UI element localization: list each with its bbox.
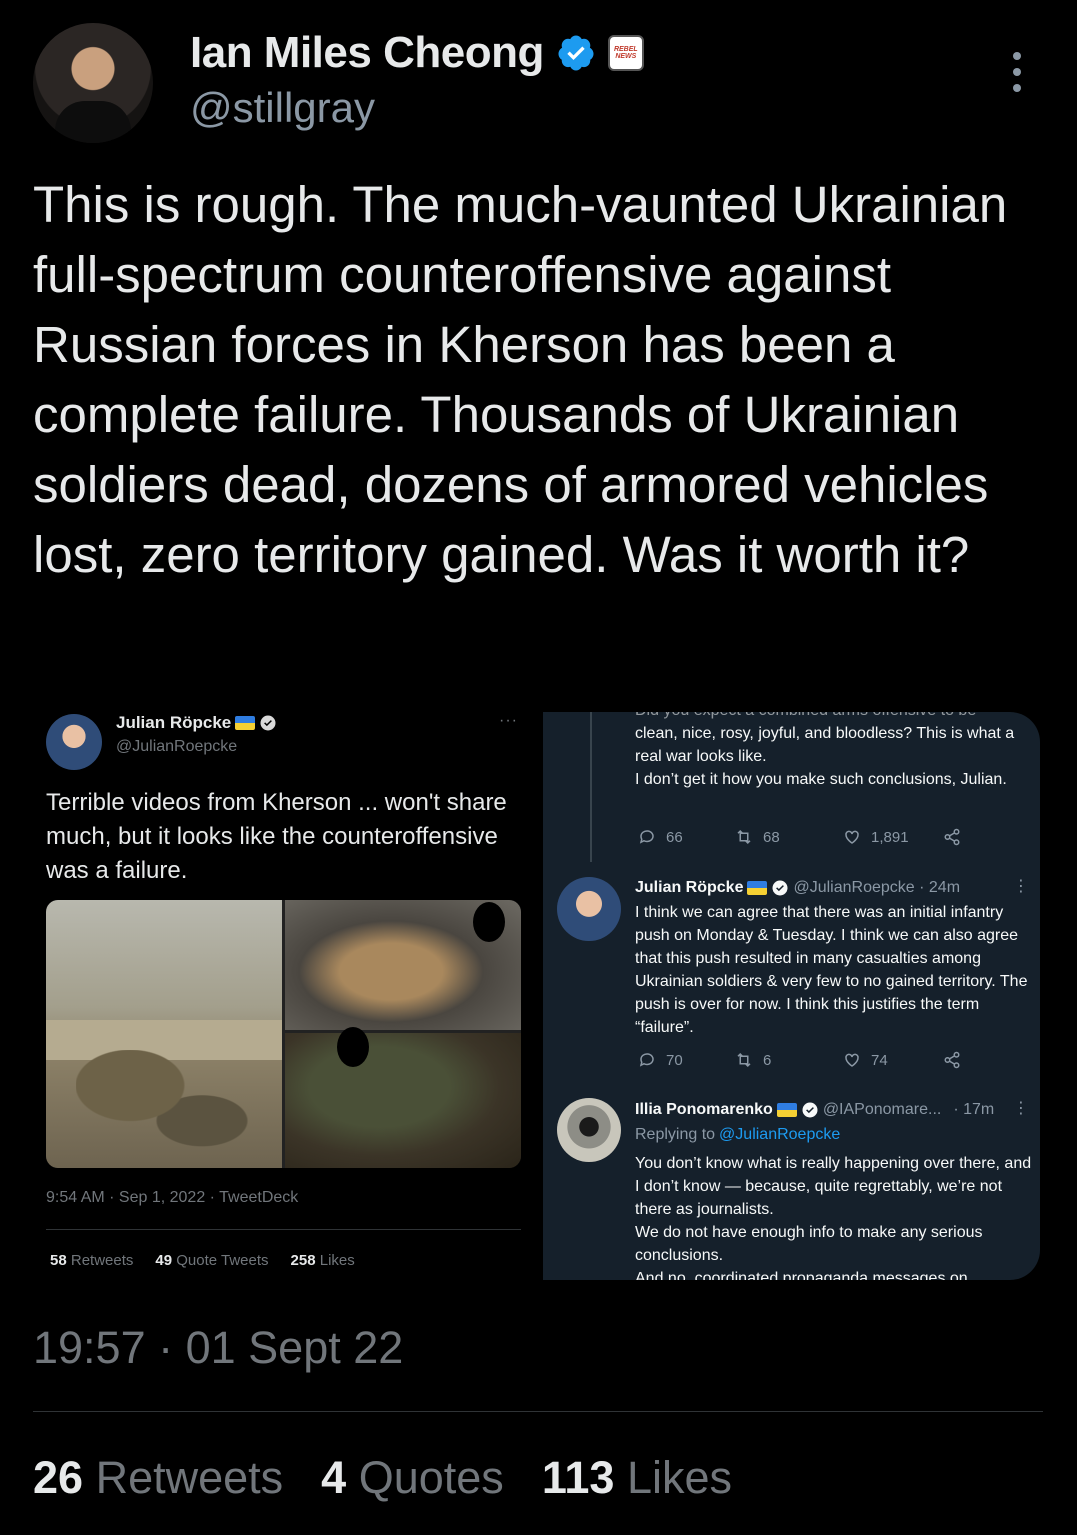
like-icon — [845, 1053, 859, 1067]
like-icon — [845, 830, 859, 844]
author-avatar[interactable] — [33, 23, 153, 143]
embedded-replies-screenshot: Did you expect a combined arms offensive… — [543, 712, 1040, 1280]
retweets-stat[interactable]: 26 Retweets — [33, 1452, 283, 1504]
embedded-tweet-screenshot: Julian Röpcke @JulianRoepcke ··· Terribl… — [33, 700, 533, 1282]
retweet-icon — [737, 1052, 751, 1068]
verified-badge-icon — [802, 1102, 818, 1118]
affiliation-badge[interactable]: REBEL NEWS — [607, 35, 644, 71]
reply3-time: · 17m — [953, 1101, 995, 1118]
share-icon — [944, 828, 960, 846]
reply2-reply-count: 70 — [666, 1051, 683, 1069]
reply3-text: You don’t know what is really happening … — [635, 1155, 1032, 1264]
reply2-retweet-count: 6 — [763, 1051, 772, 1069]
reply3-text-cut: And no, coordinated propaganda messages … — [635, 1270, 968, 1280]
photo-destroyed-vehicle — [285, 900, 521, 1030]
reply1-text: clean, nice, rosy, joyful, and bloodless… — [635, 725, 1015, 788]
embedded-retweets-count: 58 — [50, 1252, 67, 1269]
likes-stat[interactable]: 113 Likes — [542, 1452, 732, 1504]
embedded-handle: @JulianRoepcke — [116, 738, 238, 755]
verified-badge-icon — [772, 880, 788, 896]
thread-line — [590, 712, 592, 862]
engagement-stats: 26 Retweets 4 Quotes 113 Likes — [33, 1452, 732, 1504]
reply2-handle-time: @JulianRoepcke · 24m — [793, 879, 961, 896]
reply2-avatar — [557, 877, 621, 941]
reply1-text-cut: Did you expect a combined arms offensive… — [635, 712, 1035, 722]
quotes-label: Quotes — [358, 1452, 504, 1503]
reply-icon — [639, 830, 654, 844]
embedded-stats: 58 Retweets 49 Quote Tweets 258 Likes — [50, 1252, 355, 1269]
verified-badge-icon — [260, 715, 276, 731]
embedded-tweet-text: Terrible videos from Kherson ... won't s… — [46, 789, 507, 884]
embedded-more-icon: ··· — [499, 712, 518, 729]
reply2-like-count: 74 — [871, 1051, 888, 1069]
divider — [46, 1229, 521, 1230]
censor-dot — [337, 1027, 369, 1067]
reply-icon — [639, 1053, 654, 1067]
photo-soldiers-ground — [285, 1027, 521, 1168]
reply2-more-icon: ⋮ — [1013, 878, 1029, 895]
replying-to-handle: @JulianRoepcke — [719, 1126, 841, 1143]
reply1-retweet-count: 68 — [763, 828, 780, 846]
embedded-quotes-count: 49 — [155, 1252, 173, 1269]
embedded-author-name: Julian Röpcke — [116, 713, 232, 732]
embedded-likes-count: 258 — [290, 1252, 316, 1269]
ukraine-flag-icon — [235, 716, 256, 730]
reply3-header: Illia Ponomarenko @IAPonomare... · 17m — [635, 1101, 994, 1119]
reply1-like-count: 1,891 — [871, 828, 909, 846]
tweet-text: This is rough. The much-vaunted Ukrainia… — [33, 176, 1008, 583]
tweet-timestamp[interactable]: 19:57 · 01 Sept 22 — [33, 1322, 403, 1374]
author-name-row: Ian Miles Cheong REBEL NEWS — [190, 28, 644, 78]
reply1-actions: 66 68 1,891 — [638, 828, 968, 846]
reply2-header: Julian Röpcke @JulianRoepcke · 24m — [635, 879, 960, 897]
reply3-handle: @IAPonomare... — [822, 1101, 942, 1118]
quotes-stat[interactable]: 4 Quotes — [321, 1452, 504, 1504]
more-options-icon[interactable] — [1008, 52, 1026, 92]
embedded-author-row: Julian Röpcke — [116, 713, 277, 733]
reply3-avatar — [557, 1098, 621, 1162]
reply3-replying-to: Replying to @JulianRoepcke — [635, 1126, 840, 1144]
embedded-likes-label: Likes — [319, 1252, 355, 1269]
author-handle[interactable]: @stillgray — [190, 84, 375, 132]
ukraine-flag-icon — [747, 881, 768, 895]
embedded-quotes-label: Quote Tweets — [176, 1252, 269, 1269]
quotes-count: 4 — [321, 1452, 347, 1503]
reply3-name: Illia Ponomarenko — [635, 1101, 773, 1118]
reply2-name: Julian Röpcke — [635, 879, 744, 896]
author-name[interactable]: Ian Miles Cheong — [190, 28, 544, 78]
retweets-count: 26 — [33, 1452, 84, 1503]
reply2-text: I think we can agree that there was an i… — [635, 904, 1028, 1036]
retweets-label: Retweets — [95, 1452, 284, 1503]
embedded-meta: 9:54 AM · Sep 1, 2022 · TweetDeck — [46, 1189, 299, 1206]
embedded-photo-grid — [46, 900, 521, 1168]
retweet-icon — [737, 829, 751, 845]
ukraine-flag-icon — [776, 1103, 797, 1117]
replying-to-label: Replying to — [635, 1126, 716, 1143]
divider — [33, 1411, 1043, 1412]
reply3-more-icon: ⋮ — [1013, 1100, 1029, 1117]
photo-soldiers-trench — [46, 900, 282, 1168]
likes-label: Likes — [626, 1452, 732, 1503]
embedded-retweets-label: Retweets — [70, 1252, 134, 1269]
reply1-reply-count: 66 — [666, 828, 683, 846]
embedded-avatar — [46, 714, 102, 770]
likes-count: 113 — [541, 1452, 615, 1503]
censor-dot — [473, 902, 505, 942]
attached-image[interactable]: Julian Röpcke @JulianRoepcke ··· Terribl… — [33, 700, 1043, 1282]
reply2-actions: 70 6 74 — [638, 1051, 968, 1069]
share-icon — [944, 1051, 960, 1069]
verified-badge-icon — [558, 35, 594, 71]
